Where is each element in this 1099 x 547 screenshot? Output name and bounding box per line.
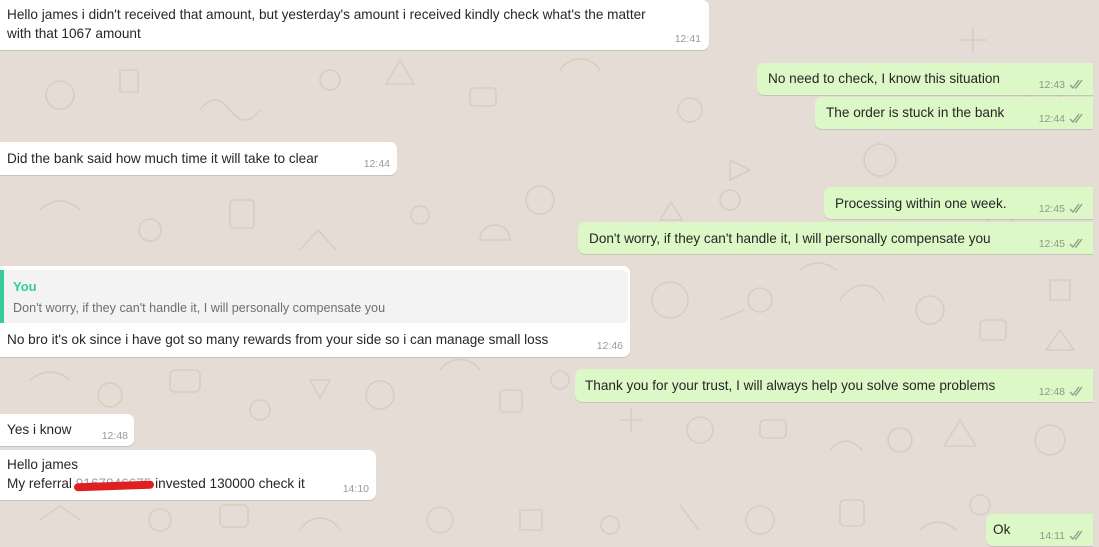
incoming-message[interactable]: Hello james My referral 9167846675 inves… (0, 450, 376, 500)
message-text: No need to check, I know this situation (768, 71, 1000, 86)
incoming-message[interactable]: Yes i know 12:48 (0, 414, 134, 446)
message-timestamp: 12:43 (1038, 79, 1065, 91)
outgoing-message[interactable]: Thank you for your trust, I will always … (575, 369, 1093, 402)
double-check-icon (1069, 238, 1083, 248)
message-timestamp: 12:44 (363, 158, 390, 170)
message-text-line: with that 1067 amount (7, 26, 141, 41)
quoted-author: You (13, 279, 37, 294)
message-meta: 12:45 (1039, 203, 1085, 215)
message-meta: 14:11 (1040, 530, 1086, 542)
message-text-line: Hello james (7, 457, 79, 472)
outgoing-message[interactable]: The order is stuck in the bank 12:44 (815, 97, 1093, 129)
quoted-text: Don't worry, if they can't handle it, I … (13, 301, 386, 315)
message-timestamp: 12:48 (101, 430, 128, 442)
message-timestamp: 12:45 (1038, 238, 1065, 250)
outgoing-message[interactable]: Ok 14:11 (986, 514, 1093, 546)
message-text: Don't worry, if they can't handle it, I … (589, 231, 991, 246)
message-timestamp: 12:41 (674, 33, 701, 45)
double-check-icon (1069, 113, 1083, 123)
message-timestamp: 12:48 (1038, 386, 1065, 398)
message-text: Processing within one week. (835, 196, 1007, 211)
incoming-message[interactable]: Did the bank said how much time it will … (0, 142, 397, 175)
message-timestamp: 12:45 (1038, 203, 1065, 215)
message-text: The order is stuck in the bank (826, 105, 1005, 120)
double-check-icon (1069, 79, 1083, 89)
incoming-reply-message[interactable]: You Don't worry, if they can't handle it… (0, 266, 630, 357)
redacted-phone-number: 9167846675 (73, 476, 154, 492)
outgoing-message[interactable]: No need to check, I know this situation … (757, 63, 1093, 95)
outgoing-message[interactable]: Don't worry, if they can't handle it, I … (578, 222, 1093, 254)
message-meta: 12:44 (1039, 113, 1085, 125)
message-text-segment: My referral (7, 476, 76, 491)
message-text-line: Hello james i didn't received that amoun… (7, 7, 646, 22)
message-text-segment: invested 130000 check it (151, 476, 305, 491)
double-check-icon (1069, 386, 1083, 396)
message-timestamp: 14:10 (342, 483, 369, 495)
message-text: Thank you for your trust, I will always … (585, 378, 996, 393)
outgoing-message[interactable]: Processing within one week. 12:45 (824, 187, 1093, 219)
incoming-message[interactable]: Hello james i didn't received that amoun… (0, 0, 709, 50)
double-check-icon (1069, 203, 1083, 213)
quoted-message[interactable]: You Don't worry, if they can't handle it… (0, 270, 628, 323)
message-timestamp: 14:11 (1039, 530, 1066, 542)
message-timestamp: 12:46 (596, 340, 623, 352)
double-check-icon (1069, 530, 1083, 540)
message-text: No bro it's ok since i have got so many … (7, 332, 549, 347)
message-text: Yes i know (7, 422, 72, 437)
message-timestamp: 12:44 (1038, 113, 1065, 125)
message-text-line: My referral 9167846675 invested 130000 c… (7, 474, 305, 493)
message-meta: 12:48 (1039, 386, 1085, 398)
message-text: Ok (993, 522, 1011, 537)
message-text: Did the bank said how much time it will … (7, 151, 319, 166)
message-meta: 12:43 (1039, 79, 1085, 91)
message-meta: 12:45 (1039, 238, 1085, 250)
